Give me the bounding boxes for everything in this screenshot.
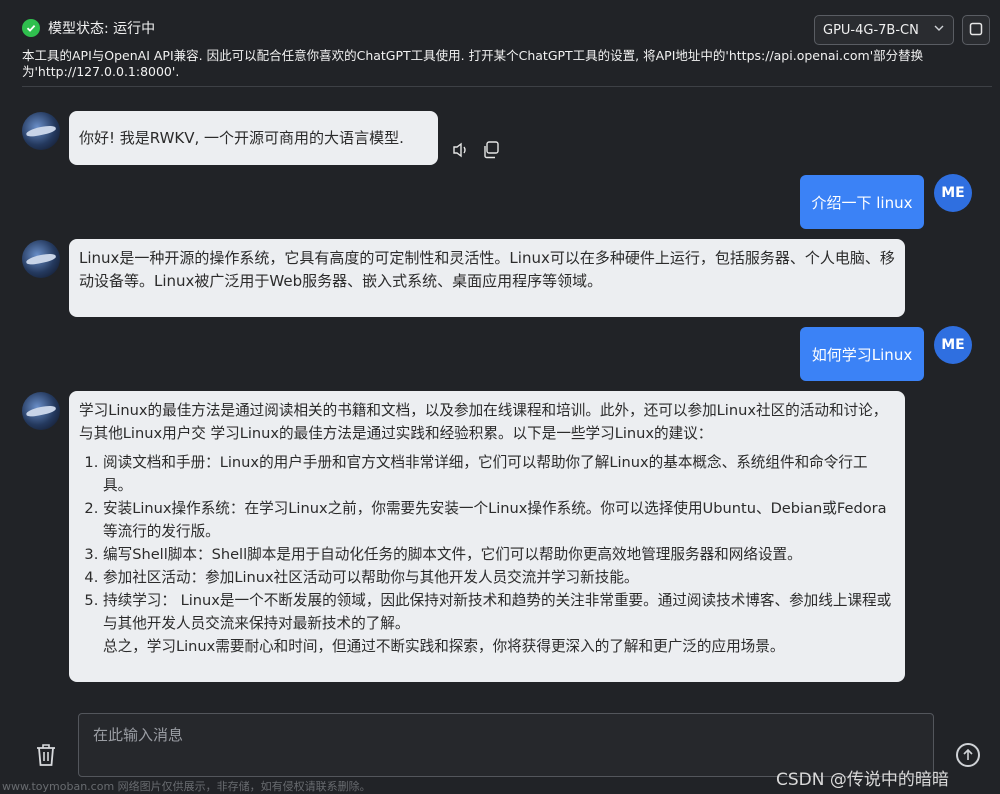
bot-message: Linux是一种开源的操作系统，它具有高度的可定制性和灵活性。Linux可以在多… [69, 239, 905, 317]
list-item: 参加社区活动：参加Linux社区活动可以帮助你与其他开发人员交流并学习新技能。 [103, 566, 895, 589]
user-avatar: ME [934, 174, 972, 212]
check-circle-icon [22, 19, 40, 37]
watermark-left: www.toymoban.com 网络图片仅供展示，非存储，如有侵权请联系删除。 [2, 780, 371, 793]
tips-list: 阅读文档和手册：Linux的用户手册和官方文档非常详细，它们可以帮助你了解Lin… [103, 451, 895, 658]
bot-message-summary: 总之，学习Linux需要耐心和时间，但通过不断实践和探索，你将获得更深入的了解和… [103, 638, 785, 655]
arrow-up-icon [963, 748, 973, 760]
copy-icon[interactable] [481, 140, 501, 164]
bot-avatar [22, 240, 60, 278]
user-avatar-label: ME [941, 337, 965, 353]
api-info-text: 本工具的API与OpenAI API兼容. 因此可以配合任意你喜欢的ChatGP… [22, 48, 924, 79]
square-icon [969, 21, 983, 40]
user-avatar-label: ME [941, 185, 965, 201]
message-tools [451, 140, 501, 164]
model-select-value: GPU-4G-7B-CN [823, 22, 919, 38]
bot-message-text: 你好! 我是RWKV, 一个开源可商用的大语言模型. [79, 128, 404, 147]
bot-message-intro: 学习Linux的最佳方法是通过阅读相关的书籍和文档，以及参加在线课程和培训。此外… [79, 402, 888, 442]
watermark-right: CSDN @传说中的暗暗 [776, 770, 949, 790]
list-item: 持续学习： Linux是一个不断发展的领域，因此保持对新技术和趋势的关注非常重要… [103, 589, 895, 658]
list-item-text: 持续学习： Linux是一个不断发展的领域，因此保持对新技术和趋势的关注非常重要… [103, 592, 892, 632]
list-item: 安装Linux操作系统：在学习Linux之前，你需要先安装一个Linux操作系统… [103, 497, 895, 543]
bot-avatar [22, 392, 60, 430]
speaker-icon[interactable] [451, 141, 471, 163]
bot-avatar [22, 112, 60, 150]
bot-message: 你好! 我是RWKV, 一个开源可商用的大语言模型. [69, 111, 438, 165]
chevron-down-icon [933, 22, 945, 38]
message-input-placeholder: 在此输入消息 [93, 726, 184, 744]
send-button[interactable] [956, 743, 980, 767]
trash-icon[interactable] [34, 742, 58, 768]
user-message: 如何学习Linux [800, 327, 924, 381]
model-select[interactable]: GPU-4G-7B-CN [814, 15, 954, 45]
user-message-text: 如何学习Linux [811, 345, 913, 364]
status-text: 模型状态: 运行中 [48, 21, 156, 37]
header-divider [22, 86, 992, 87]
user-message: 介绍一下 linux [800, 175, 924, 229]
user-message-text: 介绍一下 linux [811, 193, 913, 212]
list-item: 编写Shell脚本：Shell脚本是用于自动化任务的脚本文件，它们可以帮助你更高… [103, 543, 895, 566]
bot-message-text: Linux是一种开源的操作系统，它具有高度的可定制性和灵活性。Linux可以在多… [79, 249, 895, 290]
maximize-button[interactable] [962, 15, 990, 45]
model-status: 模型状态: 运行中 [22, 18, 155, 38]
list-item: 阅读文档和手册：Linux的用户手册和官方文档非常详细，它们可以帮助你了解Lin… [103, 451, 895, 497]
user-avatar: ME [934, 326, 972, 364]
bot-message: 学习Linux的最佳方法是通过阅读相关的书籍和文档，以及参加在线课程和培训。此外… [69, 391, 905, 682]
